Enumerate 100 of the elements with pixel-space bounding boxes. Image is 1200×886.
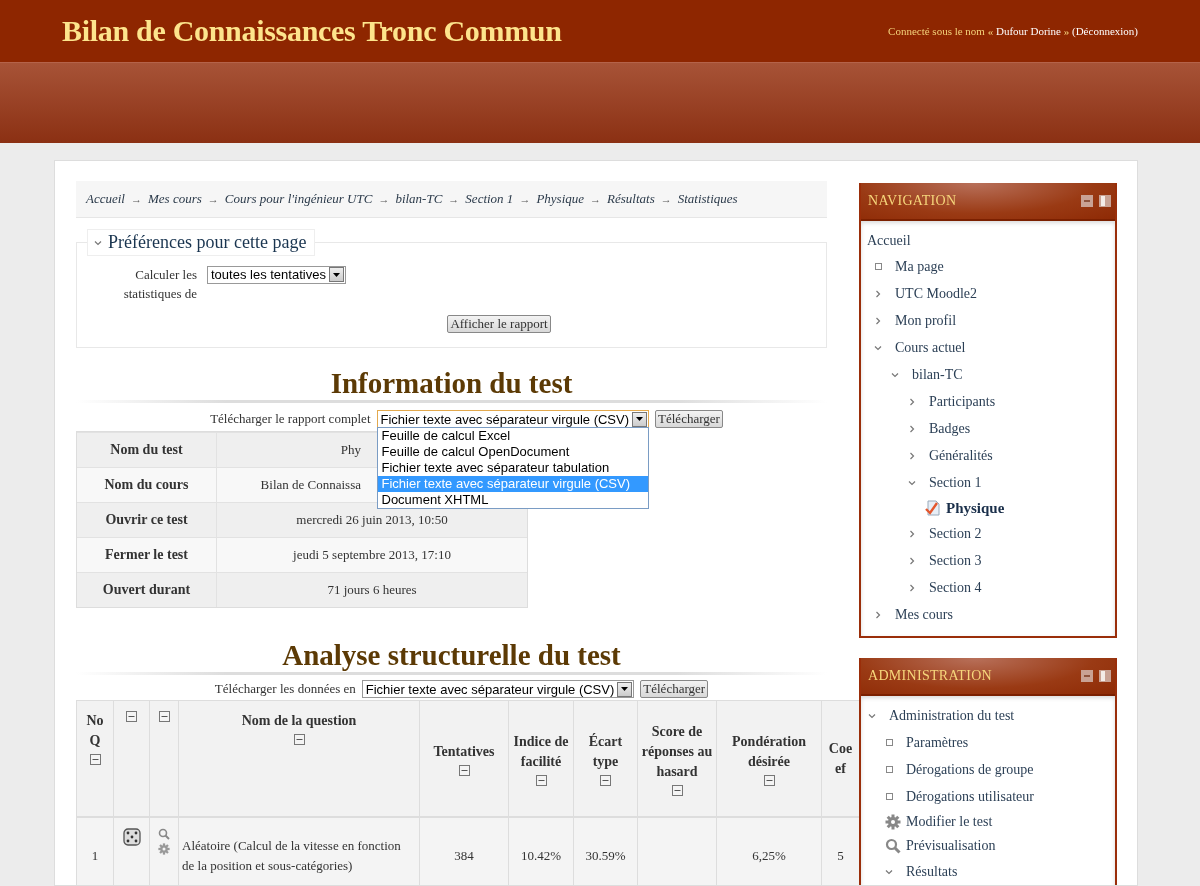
table-cell-text: 6,25% xyxy=(752,846,786,865)
caret-icon xyxy=(632,411,648,427)
bullet-square-icon xyxy=(885,766,893,773)
nav-link[interactable]: Dérogations de groupe xyxy=(906,761,1034,778)
breadcrumb-link[interactable]: Cours pour l'ingénieur UTC xyxy=(224,191,373,207)
download-button[interactable]: Télécharger xyxy=(640,680,709,698)
breadcrumb-separator: → xyxy=(131,193,142,205)
download-button[interactable]: Télécharger xyxy=(655,410,723,428)
collapse-icon[interactable] xyxy=(763,774,775,786)
collapse-icon[interactable] xyxy=(158,711,170,722)
table-cell-text: 384 xyxy=(454,846,474,865)
gear-icon xyxy=(885,814,901,830)
breadcrumb-link[interactable]: Résultats xyxy=(607,191,655,207)
chevron-icon[interactable] xyxy=(908,424,916,433)
bullet-square-icon xyxy=(874,263,882,270)
question-link[interactable]: Aléatoire (Calcul de la vitesse en fonction de la position et sous-catégories) xyxy=(182,835,416,876)
table-cell: Bilan de Connaissa xyxy=(260,477,361,493)
nav-link[interactable]: Ma page xyxy=(895,258,944,275)
breadcrumb-separator: → xyxy=(448,193,460,205)
chevron-icon[interactable] xyxy=(874,289,882,298)
chevron-icon[interactable] xyxy=(885,867,893,876)
column-header: Coe ef xyxy=(827,739,854,778)
collapse-icon[interactable] xyxy=(671,784,683,796)
preferences-legend[interactable]: Préférences pour cette page xyxy=(87,229,316,256)
breadcrumb-separator: → xyxy=(590,193,602,205)
breadcrumb-link[interactable]: bilan-TC xyxy=(395,191,443,207)
nav-link[interactable]: Prévisualisation xyxy=(906,838,996,854)
nav-link[interactable]: Section 2 xyxy=(929,525,982,542)
format-select[interactable]: Fichier texte avec séparateur virgule (CSV) xyxy=(361,680,635,698)
nav-link[interactable]: Modifier le test xyxy=(906,814,993,830)
minimize-icon[interactable] xyxy=(1081,195,1093,207)
nav-link[interactable]: Section 3 xyxy=(929,552,982,569)
column-header: Pondération désirée xyxy=(731,732,807,771)
nav-link[interactable]: Résultats xyxy=(906,863,958,880)
chevron-icon[interactable] xyxy=(908,556,916,565)
chevron-icon[interactable] xyxy=(874,316,882,325)
breadcrumb-link[interactable]: Mes cours xyxy=(148,191,202,207)
collapse-icon[interactable] xyxy=(600,774,611,786)
column-header: No Q xyxy=(85,712,105,750)
download-label: Télécharger les données en xyxy=(214,681,356,697)
chevron-icon[interactable] xyxy=(874,610,882,619)
section-heading: Analyse structurelle du test xyxy=(281,638,622,672)
dock-icon[interactable] xyxy=(1099,195,1111,207)
row-header: Ouvert durant xyxy=(77,573,217,607)
chevron-icon[interactable] xyxy=(908,397,916,406)
show-report-button[interactable]: Afficher le rapport xyxy=(447,315,551,333)
breadcrumb-separator: → xyxy=(207,193,219,205)
statistics-select[interactable]: toutes les tentatives xyxy=(207,265,346,284)
format-select[interactable]: Fichier texte avec séparateur virgule (CSV) xyxy=(376,410,650,428)
logout-link[interactable]: (Déconnexion) xyxy=(1072,25,1138,37)
site-title[interactable]: Bilan de Connaissances Tronc Commun xyxy=(62,14,562,48)
collapse-icon[interactable] xyxy=(89,754,101,765)
collapse-icon[interactable] xyxy=(535,774,547,786)
nav-link[interactable]: Cours actuel xyxy=(895,339,966,356)
chevron-icon[interactable] xyxy=(94,238,102,247)
column-header: Nom de la question xyxy=(241,712,357,730)
user-link[interactable]: Dufour Dorine xyxy=(995,25,1061,37)
nav-link[interactable]: Généralités xyxy=(929,447,993,464)
search-icon[interactable] xyxy=(158,828,170,840)
nav-link[interactable]: Administration du test xyxy=(889,707,1015,724)
nav-link[interactable]: Participants xyxy=(929,393,996,410)
minimize-icon[interactable] xyxy=(1081,670,1093,682)
collapse-icon[interactable] xyxy=(458,764,470,776)
chevron-icon[interactable] xyxy=(868,711,876,720)
breadcrumb-separator: → xyxy=(519,193,531,205)
nav-link[interactable]: Badges xyxy=(929,420,971,437)
chevron-icon[interactable] xyxy=(908,529,916,538)
breadcrumb-link[interactable]: Accueil xyxy=(86,191,125,207)
chevron-icon[interactable] xyxy=(874,343,882,352)
gear-icon[interactable] xyxy=(158,843,170,855)
nav-link[interactable]: Dérogations utilisateur xyxy=(906,788,1034,805)
nav-link[interactable]: Section 1 xyxy=(929,474,982,491)
nav-link[interactable]: Section 4 xyxy=(929,579,982,596)
nav-link[interactable]: UTC Moodle2 xyxy=(895,285,978,302)
column-header: Tentatives xyxy=(433,742,495,761)
search-icon xyxy=(885,838,901,854)
nav-link[interactable]: bilan-TC xyxy=(912,366,963,383)
nav-link[interactable]: Paramètres xyxy=(906,734,969,751)
nav-link[interactable]: Physique xyxy=(946,499,1005,517)
nav-link[interactable]: Accueil xyxy=(867,233,911,249)
breadcrumb-separator: → xyxy=(378,193,390,205)
chevron-icon[interactable] xyxy=(891,370,899,379)
chevron-icon[interactable] xyxy=(908,478,916,487)
collapse-icon[interactable] xyxy=(126,711,137,722)
collapse-icon[interactable] xyxy=(293,734,305,745)
bullet-square-icon xyxy=(885,739,893,746)
breadcrumb-link[interactable]: Physique xyxy=(536,191,585,207)
field-label: Calculer les statistiques de xyxy=(122,266,197,303)
breadcrumb-link[interactable]: Section 1 xyxy=(465,191,514,207)
table-cell: jeudi 5 septembre 2013, 17:10 xyxy=(293,547,451,563)
breadcrumb-separator: → xyxy=(660,193,672,205)
nav-link[interactable]: Mon profil xyxy=(895,312,957,329)
table-cell-text: 5 xyxy=(837,846,844,865)
dock-icon[interactable] xyxy=(1099,670,1111,682)
chevron-icon[interactable] xyxy=(908,451,916,460)
chevron-icon[interactable] xyxy=(908,583,916,592)
breadcrumb-link[interactable]: Statistiques xyxy=(677,191,738,207)
column-header: Score de réponses au hasard xyxy=(641,722,713,781)
dice-icon xyxy=(122,828,141,846)
nav-link[interactable]: Mes cours xyxy=(895,606,953,623)
